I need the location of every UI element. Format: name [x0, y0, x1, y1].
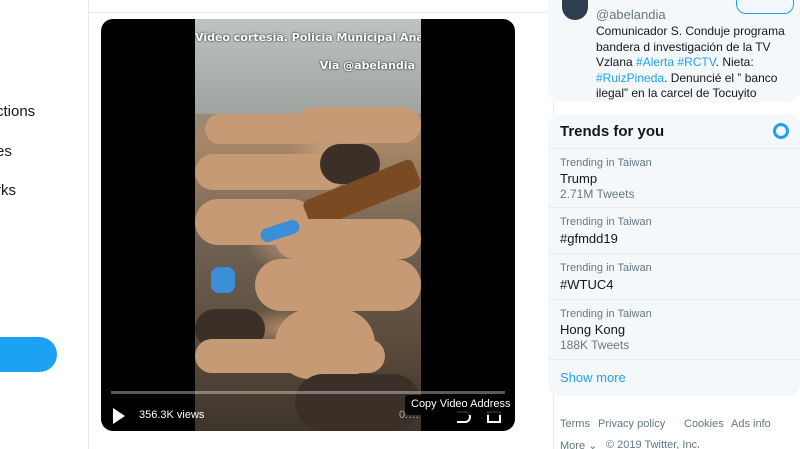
user-bio: Comunicador S. Conduje programa bandera …: [596, 24, 792, 102]
footer-link-privacy[interactable]: Privacy policy: [598, 418, 665, 430]
nav-item-bookmarks[interactable]: rks: [0, 182, 16, 199]
footer-link-ads[interactable]: Ads info: [731, 418, 771, 430]
video-frame[interactable]: Video cortesia. Policia Municipal Anaco.…: [195, 19, 421, 431]
view-count: 356.3K views: [139, 409, 205, 421]
trends-title: Trends for you: [560, 123, 665, 140]
user-handle[interactable]: @abelandia: [596, 7, 666, 22]
divider: [548, 207, 800, 208]
trend-name: Hong Kong: [560, 322, 626, 337]
trend-name: Trump: [560, 171, 598, 186]
divider: [548, 253, 800, 254]
video-progress-bar[interactable]: [111, 391, 505, 394]
trend-count: 2.71M Tweets: [560, 187, 635, 201]
trends-panel: Trends for you Trending in Taiwan Trump …: [548, 114, 800, 396]
who-to-follow-card: @abelandia Comunicador S. Conduje progra…: [548, 0, 800, 102]
tweet-button[interactable]: [0, 337, 57, 372]
left-navigation: ctions es rks: [0, 0, 88, 449]
nav-item-notifications[interactable]: ctions: [0, 103, 35, 120]
nav-item-messages[interactable]: es: [0, 143, 12, 160]
divider: [89, 12, 555, 13]
footer-more-button[interactable]: More ⌄: [560, 439, 597, 449]
copy-video-address-tooltip[interactable]: Copy Video Address: [405, 395, 515, 415]
video-caption-via: Via @abelandia: [319, 59, 415, 72]
video-figure: [295, 107, 421, 143]
trend-context: Trending in Taiwan: [560, 262, 652, 274]
hashtag-link[interactable]: #Alerta: [636, 55, 674, 69]
trend-context: Trending in Taiwan: [560, 216, 652, 228]
trend-context: Trending in Taiwan: [560, 157, 652, 169]
trend-count: 188K Tweets: [560, 338, 630, 352]
right-sidebar: @abelandia Comunicador S. Conduje progra…: [548, 0, 800, 449]
video-figure: [195, 339, 385, 373]
trend-name: #gfmdd19: [560, 231, 618, 246]
hashtag-link[interactable]: #RCTV: [677, 55, 715, 69]
video-sandal: [211, 267, 235, 293]
divider: [548, 359, 800, 360]
footer-link-cookies[interactable]: Cookies: [684, 418, 724, 430]
divider: [548, 148, 800, 149]
footer-copyright: © 2019 Twitter, Inc.: [606, 439, 701, 449]
gear-icon[interactable]: [773, 123, 789, 139]
video-player[interactable]: Video cortesia. Policia Municipal Anaco.…: [101, 19, 515, 431]
main-column: Video cortesia. Policia Municipal Anaco.…: [88, 0, 555, 449]
divider: [548, 299, 800, 300]
bio-text: . Nieta:: [715, 55, 754, 69]
twitter-page: ctions es rks Vi: [0, 0, 800, 449]
video-figure: [255, 259, 421, 311]
trend-name: #WTUC4: [560, 277, 614, 292]
follow-button[interactable]: [736, 0, 794, 14]
play-icon[interactable]: [113, 408, 125, 424]
trend-context: Trending in Taiwan: [560, 308, 652, 320]
show-more-link[interactable]: Show more: [560, 370, 626, 385]
avatar[interactable]: [562, 0, 588, 20]
video-caption: Video cortesia. Policia Municipal Anaco.: [195, 31, 421, 44]
hashtag-link[interactable]: #RuizPineda: [596, 71, 664, 85]
video-figure: [295, 374, 421, 431]
footer-link-terms[interactable]: Terms: [560, 418, 590, 430]
